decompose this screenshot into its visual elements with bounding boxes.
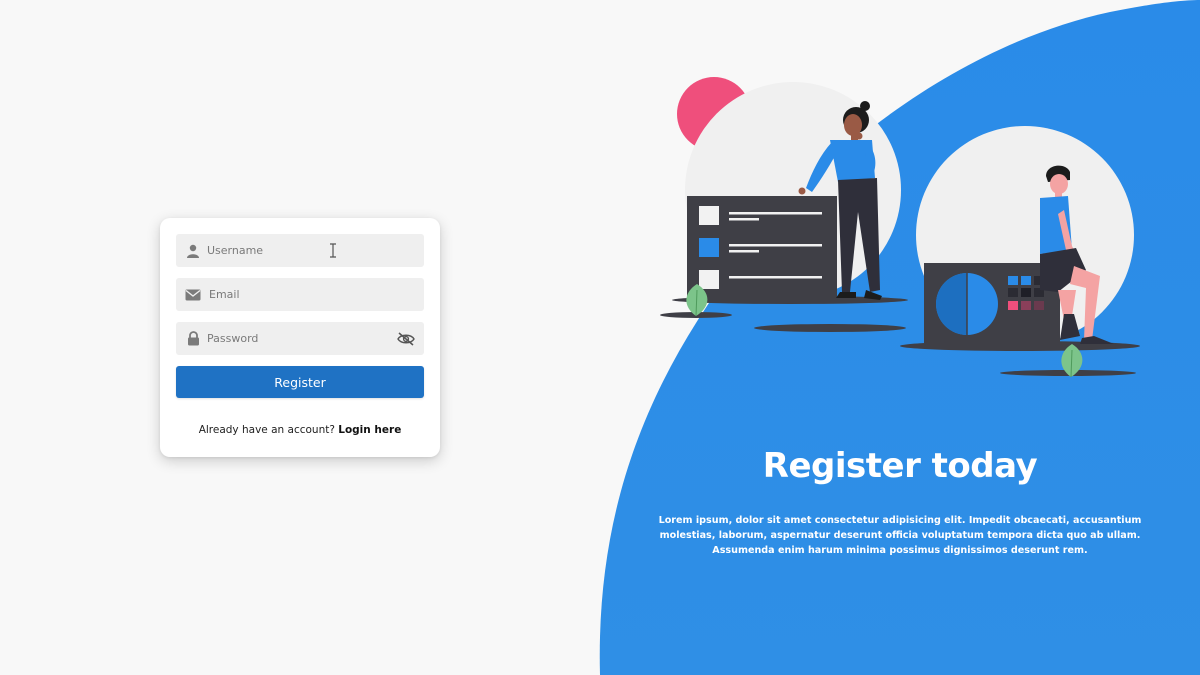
- username-field: [176, 234, 424, 267]
- hero-title: Register today: [762, 446, 1038, 486]
- register-button[interactable]: Register: [176, 366, 424, 398]
- lock-icon: [185, 331, 201, 347]
- eye-slash-icon[interactable]: [397, 330, 415, 348]
- email-input[interactable]: [209, 278, 399, 311]
- hero-description: Lorem ipsum, dolor sit amet consectetur …: [658, 515, 1142, 556]
- page: Register Already have an account? Login …: [0, 0, 1200, 675]
- email-field: [176, 278, 424, 311]
- register-form: Register Already have an account? Login …: [160, 218, 440, 457]
- user-icon: [185, 243, 201, 259]
- password-field: [176, 322, 424, 355]
- login-prompt-text: Already have an account?: [198, 424, 335, 436]
- text-cursor-icon: [329, 243, 337, 258]
- envelope-icon: [185, 287, 201, 303]
- login-prompt: Already have an account? Login here: [176, 424, 424, 436]
- username-input[interactable]: [207, 234, 397, 267]
- login-link[interactable]: Login here: [338, 424, 401, 436]
- password-input[interactable]: [207, 322, 397, 355]
